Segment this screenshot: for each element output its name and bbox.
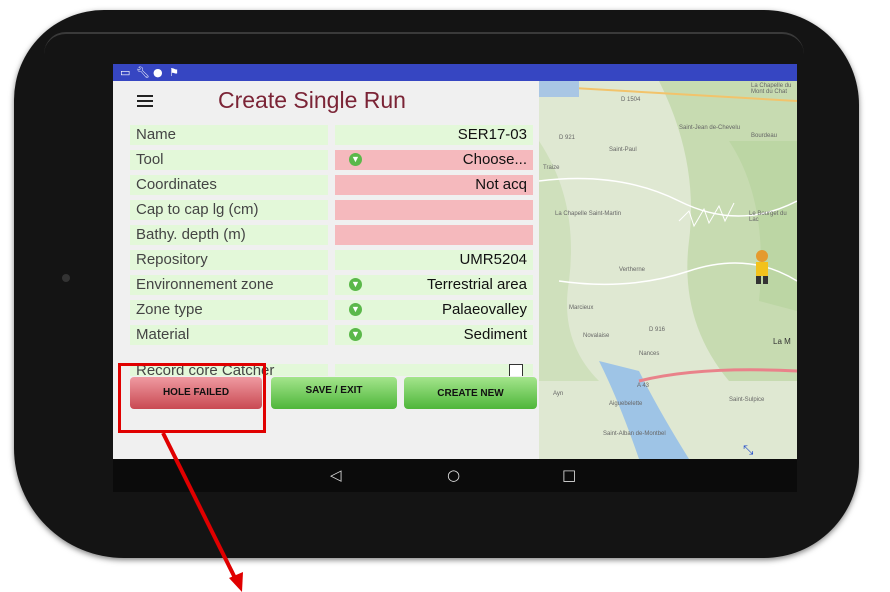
annotation-arrow: [161, 432, 243, 592]
